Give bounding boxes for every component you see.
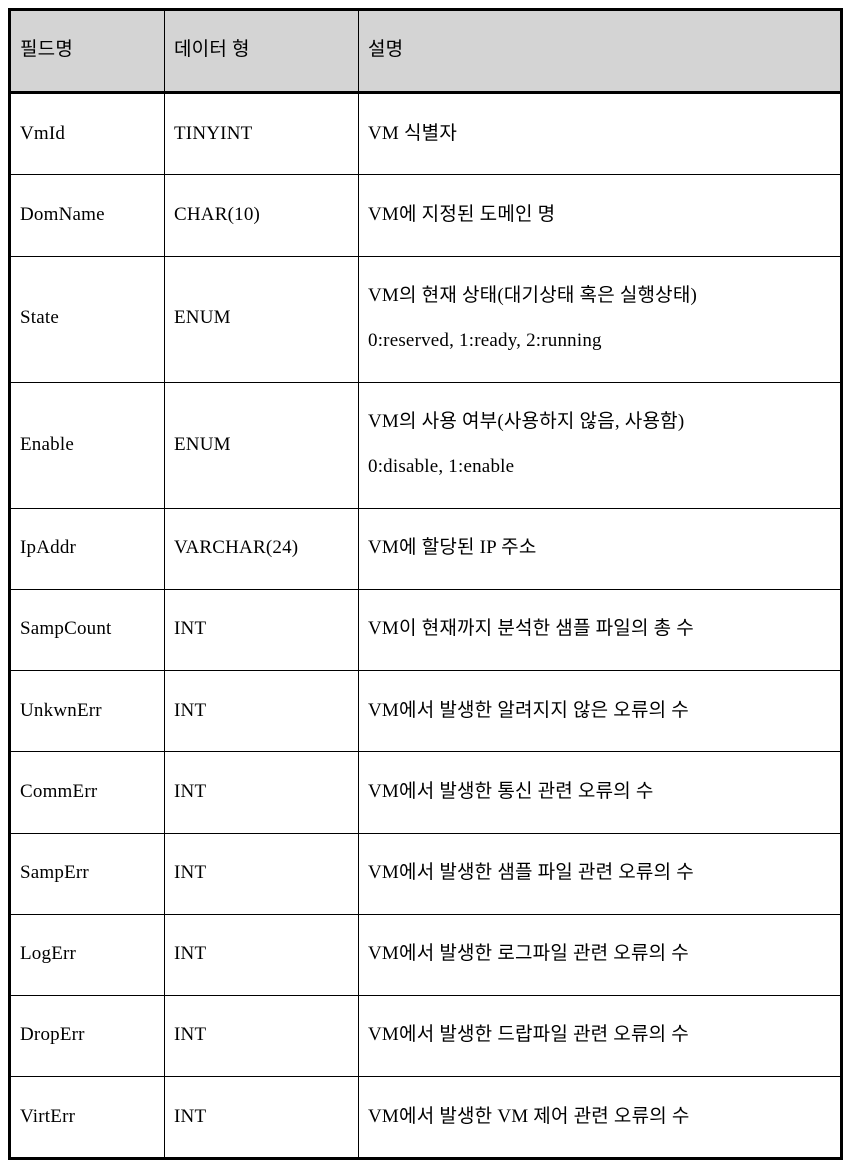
cell-field-name: IpAddr: [9, 507, 165, 590]
column-header-description: 설명: [358, 8, 842, 95]
cell-field-name: Enable: [9, 381, 165, 509]
description-value: VM이 현재까지 분석한 샘플 파일의 총 수: [368, 618, 694, 640]
cell-field-name: CommErr: [9, 751, 165, 834]
table-row: UnkwnErr INT VM에서 발생한 알려지지 않은 오류의 수: [9, 670, 842, 753]
cell-data-type: TINYINT: [164, 92, 359, 176]
cell-data-type: CHAR(10): [164, 174, 359, 257]
data-type-value: INT: [174, 1105, 207, 1127]
cell-field-name: DropErr: [9, 995, 165, 1078]
cell-data-type: ENUM: [164, 381, 359, 509]
description-enum-values: 0:reserved, 1:ready, 2:running: [368, 329, 602, 351]
field-name-value: SampErr: [20, 862, 89, 883]
cell-description: VM에 할당된 IP 주소: [358, 507, 842, 590]
description-value: VM의 현재 상태(대기상태 혹은 실행상태): [368, 285, 698, 307]
cell-field-name: State: [9, 255, 165, 383]
vm-schema-table: 필드명 데이터 형 설명 VmId TINYINT VM 식별자 DomName…: [8, 8, 843, 1160]
field-name-value: CommErr: [20, 780, 98, 802]
column-header-data-type-label: 데이터 형: [174, 39, 250, 61]
data-type-value: TINYINT: [174, 122, 253, 144]
cell-data-type: INT: [164, 832, 359, 915]
data-type-value: INT: [174, 943, 207, 965]
cell-description: VM 식별자: [358, 92, 842, 176]
description-value: VM에 지정된 도메인 명: [368, 203, 556, 225]
table-body: VmId TINYINT VM 식별자 DomName CHAR(10) VM에…: [9, 92, 842, 1160]
column-header-data-type: 데이터 형: [164, 8, 359, 95]
cell-data-type: VARCHAR(24): [164, 507, 359, 590]
cell-data-type: INT: [164, 995, 359, 1078]
column-header-description-label: 설명: [368, 39, 404, 61]
data-type-value: INT: [174, 618, 207, 640]
cell-description: VM에서 발생한 통신 관련 오류의 수: [358, 751, 842, 834]
cell-data-type: ENUM: [164, 255, 359, 383]
field-name-value: DomName: [20, 203, 105, 225]
description-value: VM에서 발생한 로그파일 관련 오류의 수: [368, 943, 689, 965]
data-type-value: VARCHAR(24): [174, 537, 299, 559]
field-name-value: Enable: [20, 433, 74, 455]
description-value: VM에서 발생한 드랍파일 관련 오류의 수: [368, 1024, 689, 1046]
cell-field-name: SampErr: [9, 832, 165, 915]
description-value: VM의 사용 여부(사용하지 않음, 사용함): [368, 411, 685, 433]
cell-field-name: SampCount: [9, 588, 165, 672]
table-row: Enable ENUM VM의 사용 여부(사용하지 않음, 사용함) 0:di…: [9, 381, 842, 509]
cell-data-type: INT: [164, 588, 359, 672]
table-row: DropErr INT VM에서 발생한 드랍파일 관련 오류의 수: [9, 995, 842, 1078]
description-value: VM에서 발생한 통신 관련 오류의 수: [368, 780, 654, 802]
data-type-value: CHAR(10): [174, 203, 261, 225]
field-name-value: VirtErr: [20, 1105, 76, 1127]
description-enum-values: 0:disable, 1:enable: [368, 455, 515, 477]
cell-description: VM이 현재까지 분석한 샘플 파일의 총 수: [358, 588, 842, 672]
table-row: VirtErr INT VM에서 발생한 VM 제어 관련 오류의 수: [9, 1076, 842, 1160]
cell-description: VM에서 발생한 알려지지 않은 오류의 수: [358, 670, 842, 753]
table-header: 필드명 데이터 형 설명: [9, 8, 842, 95]
cell-description: VM의 사용 여부(사용하지 않음, 사용함) 0:disable, 1:ena…: [358, 381, 842, 509]
cell-description: VM에서 발생한 샘플 파일 관련 오류의 수: [358, 832, 842, 915]
cell-data-type: INT: [164, 670, 359, 753]
description-value: VM에 할당된 IP 주소: [368, 537, 537, 559]
table-row: DomName CHAR(10) VM에 지정된 도메인 명: [9, 174, 842, 257]
description-value: VM에서 발생한 알려지지 않은 오류의 수: [368, 699, 689, 721]
data-type-value: ENUM: [174, 433, 231, 455]
field-name-value: UnkwnErr: [20, 699, 102, 721]
column-header-field-name: 필드명: [9, 8, 165, 95]
table-header-row: 필드명 데이터 형 설명: [9, 8, 842, 95]
cell-data-type: INT: [164, 913, 359, 997]
description-value: VM 식별자: [368, 122, 458, 144]
table-row: CommErr INT VM에서 발생한 통신 관련 오류의 수: [9, 751, 842, 834]
cell-field-name: VmId: [9, 92, 165, 176]
data-type-value: INT: [174, 699, 207, 721]
table-row: SampErr INT VM에서 발생한 샘플 파일 관련 오류의 수: [9, 832, 842, 915]
table-row: LogErr INT VM에서 발생한 로그파일 관련 오류의 수: [9, 913, 842, 997]
cell-field-name: UnkwnErr: [9, 670, 165, 753]
data-type-value: INT: [174, 862, 207, 883]
cell-field-name: DomName: [9, 174, 165, 257]
page-root: 필드명 데이터 형 설명 VmId TINYINT VM 식별자 DomName…: [0, 0, 852, 1160]
column-header-field-name-label: 필드명: [20, 39, 74, 61]
field-name-value: State: [20, 307, 59, 329]
cell-description: VM에 지정된 도메인 명: [358, 174, 842, 257]
data-type-value: INT: [174, 780, 207, 802]
cell-description: VM의 현재 상태(대기상태 혹은 실행상태) 0:reserved, 1:re…: [358, 255, 842, 383]
field-name-value: SampCount: [20, 618, 112, 640]
cell-description: VM에서 발생한 VM 제어 관련 오류의 수: [358, 1076, 842, 1160]
field-name-value: DropErr: [20, 1024, 85, 1046]
description-value: VM에서 발생한 샘플 파일 관련 오류의 수: [368, 862, 694, 883]
field-name-value: VmId: [20, 122, 66, 144]
cell-data-type: INT: [164, 751, 359, 834]
data-type-value: INT: [174, 1024, 207, 1046]
table-row: VmId TINYINT VM 식별자: [9, 92, 842, 176]
table-row: SampCount INT VM이 현재까지 분석한 샘플 파일의 총 수: [9, 588, 842, 672]
table-row: IpAddr VARCHAR(24) VM에 할당된 IP 주소: [9, 507, 842, 590]
cell-field-name: VirtErr: [9, 1076, 165, 1160]
cell-data-type: INT: [164, 1076, 359, 1160]
cell-description: VM에서 발생한 드랍파일 관련 오류의 수: [358, 995, 842, 1078]
table-row: State ENUM VM의 현재 상태(대기상태 혹은 실행상태) 0:res…: [9, 255, 842, 383]
field-name-value: IpAddr: [20, 537, 77, 559]
description-value: VM에서 발생한 VM 제어 관련 오류의 수: [368, 1105, 690, 1127]
field-name-value: LogErr: [20, 943, 77, 965]
cell-field-name: LogErr: [9, 913, 165, 997]
data-type-value: ENUM: [174, 307, 231, 329]
cell-description: VM에서 발생한 로그파일 관련 오류의 수: [358, 913, 842, 997]
